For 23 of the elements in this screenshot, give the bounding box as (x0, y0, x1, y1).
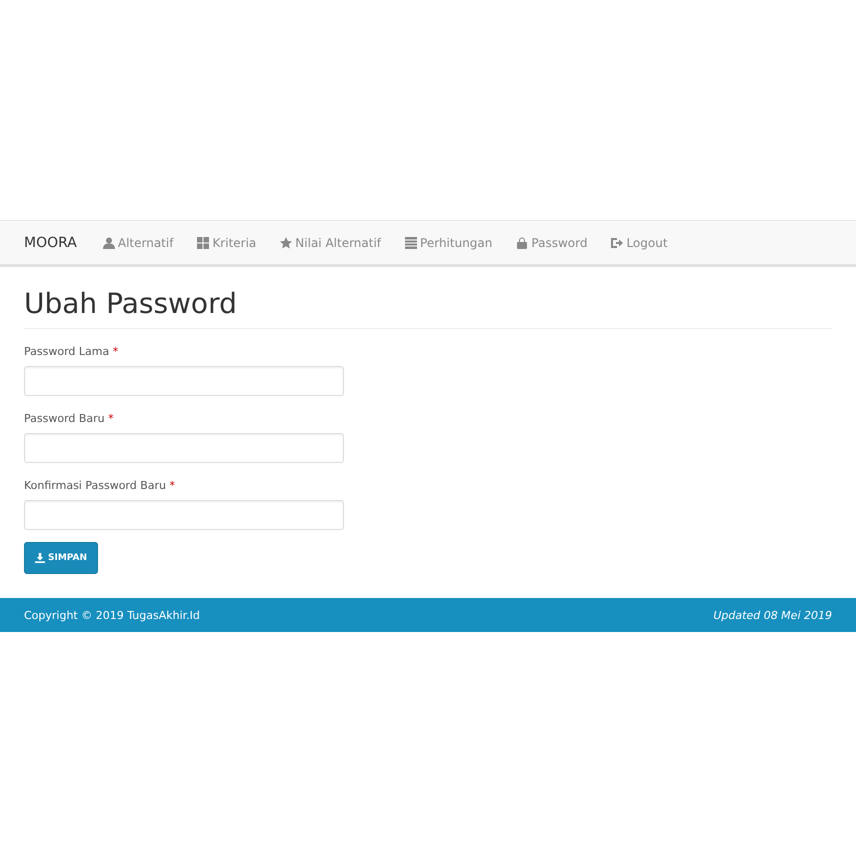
input-field[interactable] (24, 433, 344, 463)
updated-text: Updated 08 Mei 2019 (713, 608, 832, 622)
save-button[interactable]: SIMPAN (24, 542, 98, 574)
input-field[interactable] (24, 366, 344, 396)
field-label: Password Baru * (24, 412, 115, 425)
nav-link[interactable]: Kriteria (197, 236, 256, 250)
field-label: Konfirmasi Password Baru * (24, 479, 176, 492)
nav-link[interactable]: Perhitungan (405, 236, 492, 250)
nav-link[interactable]: Nilai Alternatif (280, 236, 382, 250)
nav-link[interactable]: Alternatif (102, 236, 174, 250)
copyright-text: Copyright © 2019 TugasAkhir.Id (24, 608, 200, 622)
logout-icon (611, 236, 624, 248)
download-icon (35, 553, 45, 563)
star-icon (280, 236, 292, 248)
lock-icon (516, 236, 528, 248)
user-icon (102, 236, 115, 248)
nav-link[interactable]: Password (516, 236, 588, 250)
input-field[interactable] (24, 500, 344, 530)
nav-link[interactable]: Logout (611, 236, 668, 250)
brand-link[interactable]: MOORA (24, 234, 77, 250)
page-title: Ubah Password (24, 287, 832, 329)
field-label: Password Lama * (24, 345, 120, 358)
grid-icon (197, 236, 210, 248)
